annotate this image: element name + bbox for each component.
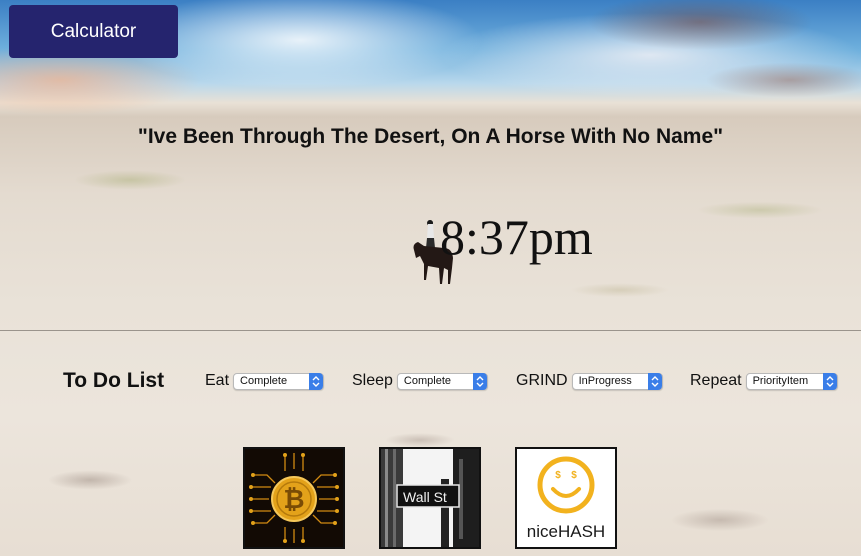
status-select-sleep[interactable]: Complete — [396, 372, 488, 390]
bitcoin-link[interactable]: ₿ — [243, 447, 345, 549]
wall-street-link[interactable]: Wall St — [379, 447, 481, 549]
select-value: PriorityItem — [752, 375, 809, 387]
nicehash-logo: $ $ niceHASH — [517, 449, 615, 547]
nicehash-link[interactable]: $ $ niceHASH — [515, 447, 617, 549]
select-value: Complete — [403, 375, 451, 387]
todo-label: GRIND — [516, 372, 568, 389]
status-select-repeat[interactable]: PriorityItem — [745, 372, 838, 390]
chevron-updown-icon — [822, 372, 837, 390]
svg-text:₿: ₿ — [283, 484, 304, 514]
todo-label: Sleep — [352, 372, 393, 389]
todo-label: Repeat — [690, 372, 742, 389]
chevron-updown-icon — [472, 372, 487, 390]
calculator-button[interactable]: Calculator — [9, 5, 178, 58]
page-quote: "Ive Been Through The Desert, On A Horse… — [137, 125, 724, 148]
select-value: Complete — [240, 375, 288, 387]
clock-display: 8:37pm — [440, 209, 593, 265]
todo-item-repeat: Repeat PriorityItem — [690, 372, 838, 390]
svg-text:$: $ — [571, 470, 577, 481]
select-value: InProgress — [578, 375, 632, 387]
nicehash-logo-text: niceHASH — [527, 522, 605, 541]
wall-street-sign-icon: Wall St — [381, 449, 479, 547]
todo-label: Eat — [205, 372, 230, 389]
svg-text:$: $ — [555, 470, 561, 481]
todo-item-grind: GRIND InProgress — [516, 372, 663, 390]
bitcoin-circuit-icon: ₿ — [245, 449, 343, 547]
divider — [0, 330, 861, 331]
status-select-eat[interactable]: Complete — [233, 372, 325, 390]
chevron-updown-icon — [647, 372, 662, 390]
status-select-grind[interactable]: InProgress — [571, 372, 663, 390]
todo-item-sleep: Sleep Complete — [352, 372, 488, 390]
todo-item-eat: Eat Complete — [205, 372, 325, 390]
wallst-sign-text: Wall St — [403, 489, 447, 505]
chevron-updown-icon — [309, 372, 324, 390]
todo-title: To Do List — [63, 369, 165, 392]
